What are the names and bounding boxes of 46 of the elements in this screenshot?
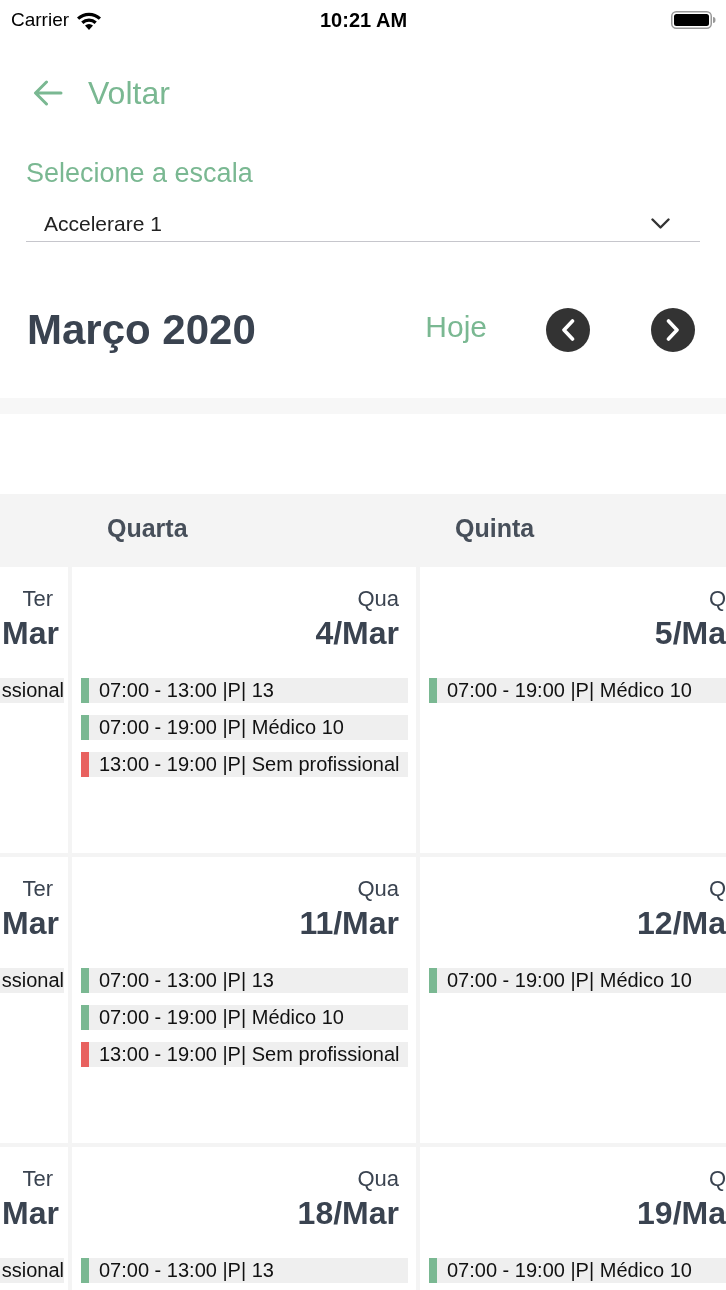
shift-event[interactable]: 13:00 - 19:00 |P| Sem profissional [81, 1042, 408, 1067]
date-label: 11/Mar [299, 905, 399, 941]
weekday-label: Q [708, 877, 726, 901]
shift-event[interactable]: 07:00 - 19:00 |P| Médico 10 [81, 1005, 408, 1030]
arrow-left-icon [33, 80, 63, 106]
battery-icon [671, 11, 716, 29]
carrier-label: Carrier [11, 9, 70, 31]
date-label: 5/Ma [654, 615, 726, 651]
wifi-icon [76, 10, 103, 30]
shift-event[interactable]: ssional [0, 1258, 64, 1283]
shift-event[interactable]: 07:00 - 19:00 |P| Médico 10 [81, 715, 408, 740]
weekday-label: Qua [357, 587, 399, 611]
weekday-label: Qua [357, 877, 399, 901]
weekday-label: Ter [22, 877, 53, 901]
clock-time: 10:21 AM [319, 8, 408, 32]
date-label: 12/Ma [637, 905, 726, 941]
shift-event[interactable]: 07:00 - 13:00 |P| 13 [81, 678, 408, 703]
shift-event[interactable]: 13:00 - 19:00 |P| Sem profissional [81, 752, 408, 777]
shift-event[interactable]: 07:00 - 13:00 |P| 13 [81, 968, 408, 993]
chevron-down-icon [651, 218, 670, 229]
shift-event[interactable]: 07:00 - 13:00 |P| 13 [81, 1258, 408, 1283]
month-title: Março 2020 [27, 306, 257, 354]
weekday-label: Ter [22, 587, 53, 611]
date-label: 18/Mar [297, 1195, 399, 1231]
weekday-label: Q [708, 1167, 726, 1191]
shift-event[interactable]: 07:00 - 19:00 |P| Médico 10 [429, 1258, 726, 1283]
chevron-left-icon [561, 319, 575, 341]
chevron-right-icon [666, 319, 680, 341]
weekday-label: Qua [357, 1167, 399, 1191]
weekday-label: Ter [22, 1167, 53, 1191]
field-label: Selecione a escala [26, 157, 254, 190]
date-label: 19/Ma [637, 1195, 726, 1231]
next-month-button[interactable] [651, 308, 695, 352]
date-label: Mar [2, 905, 59, 941]
shift-event[interactable]: 07:00 - 19:00 |P| Médico 10 [429, 678, 726, 703]
weekday-heading: Quinta [455, 514, 535, 543]
date-label: Mar [2, 1195, 59, 1231]
shift-event[interactable]: ssional [0, 678, 64, 703]
date-label: 4/Mar [315, 615, 399, 651]
scale-dropdown[interactable]: Accelerare 1 [26, 204, 700, 242]
shift-event[interactable]: ssional [0, 968, 64, 993]
shift-event[interactable]: 07:00 - 19:00 |P| Médico 10 [429, 968, 726, 993]
weekday-label: Q [708, 587, 726, 611]
previous-month-button[interactable] [546, 308, 590, 352]
date-label: Mar [2, 615, 59, 651]
weekday-heading: Quarta [107, 514, 188, 543]
